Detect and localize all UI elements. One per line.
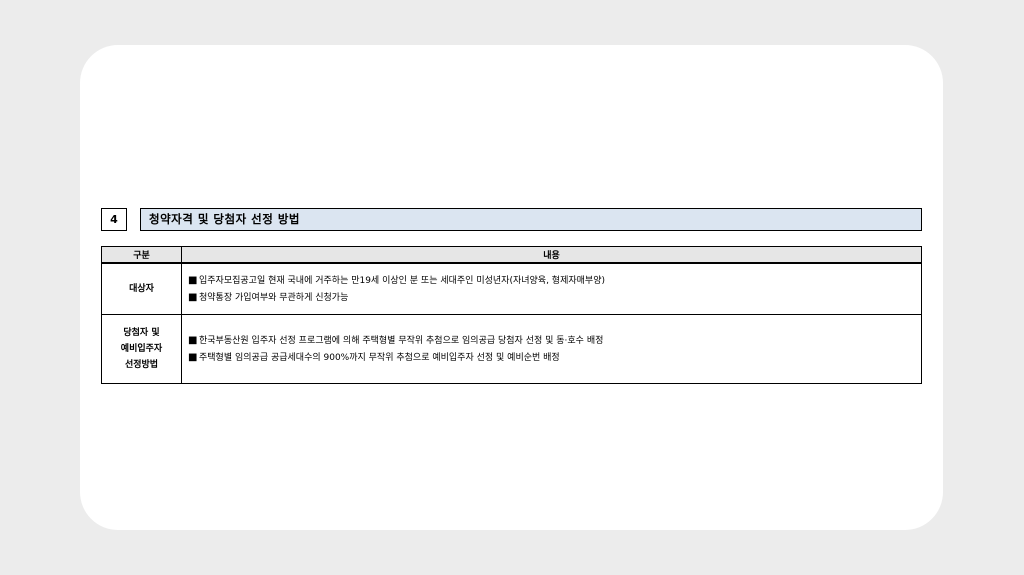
bullet-item: ■ 주택형별 임의공급 공급세대수의 900%까지 무작위 추첨으로 예비입주자 … xyxy=(188,349,921,366)
bullet-text: 한국부동산원 입주자 선정 프로그램에 의해 주택형별 무작위 추첨으로 임의공… xyxy=(199,336,604,346)
row-label-line: 당첨자 및 xyxy=(123,328,160,338)
section-header: 4 청약자격 및 당첨자 선정 방법 xyxy=(101,208,922,231)
header-category: 구분 xyxy=(101,246,182,264)
bullet-item: ■ 청약통장 가입여부와 무관하게 신청가능 xyxy=(188,289,921,306)
row-content: ■ 한국부동산원 입주자 선정 프로그램에 의해 주택형별 무작위 추첨으로 임의… xyxy=(181,314,922,384)
eligibility-table: 구분 내용 대상자 ■ 입주자모집공고일 현재 국내에 거주하는 만19세 이상인… xyxy=(101,246,922,384)
header-content: 내용 xyxy=(181,246,922,264)
section-title: 청약자격 및 당첨자 선정 방법 xyxy=(140,208,922,231)
bullet-item: ■ 한국부동산원 입주자 선정 프로그램에 의해 주택형별 무작위 추첨으로 임의… xyxy=(188,332,921,349)
row-content: ■ 입주자모집공고일 현재 국내에 거주하는 만19세 이상인 분 또는 세대주인… xyxy=(181,262,922,315)
row-label-line: 선정방법 xyxy=(124,360,159,370)
row-label: 당첨자 및 예비입주자 선정방법 xyxy=(101,314,182,384)
table-header-row: 구분 내용 xyxy=(101,246,922,264)
table-row: 당첨자 및 예비입주자 선정방법 ■ 한국부동산원 입주자 선정 프로그램에 의해… xyxy=(101,314,922,384)
bullet-text: 입주자모집공고일 현재 국내에 거주하는 만19세 이상인 분 또는 세대주인 … xyxy=(199,276,605,286)
bullet-square-icon: ■ xyxy=(188,335,198,346)
table-row: 대상자 ■ 입주자모집공고일 현재 국내에 거주하는 만19세 이상인 분 또는 … xyxy=(101,262,922,315)
bullet-square-icon: ■ xyxy=(188,352,198,363)
bullet-square-icon: ■ xyxy=(188,292,198,303)
row-label-line: 대상자 xyxy=(129,284,154,294)
section-number: 4 xyxy=(101,208,127,231)
bullet-square-icon: ■ xyxy=(188,275,198,286)
bullet-text: 주택형별 임의공급 공급세대수의 900%까지 무작위 추첨으로 예비입주자 선… xyxy=(199,353,560,363)
row-label-line: 예비입주자 xyxy=(120,344,163,354)
bullet-text: 청약통장 가입여부와 무관하게 신청가능 xyxy=(199,293,349,303)
bullet-item: ■ 입주자모집공고일 현재 국내에 거주하는 만19세 이상인 분 또는 세대주인… xyxy=(188,272,921,289)
row-label: 대상자 xyxy=(101,262,182,315)
